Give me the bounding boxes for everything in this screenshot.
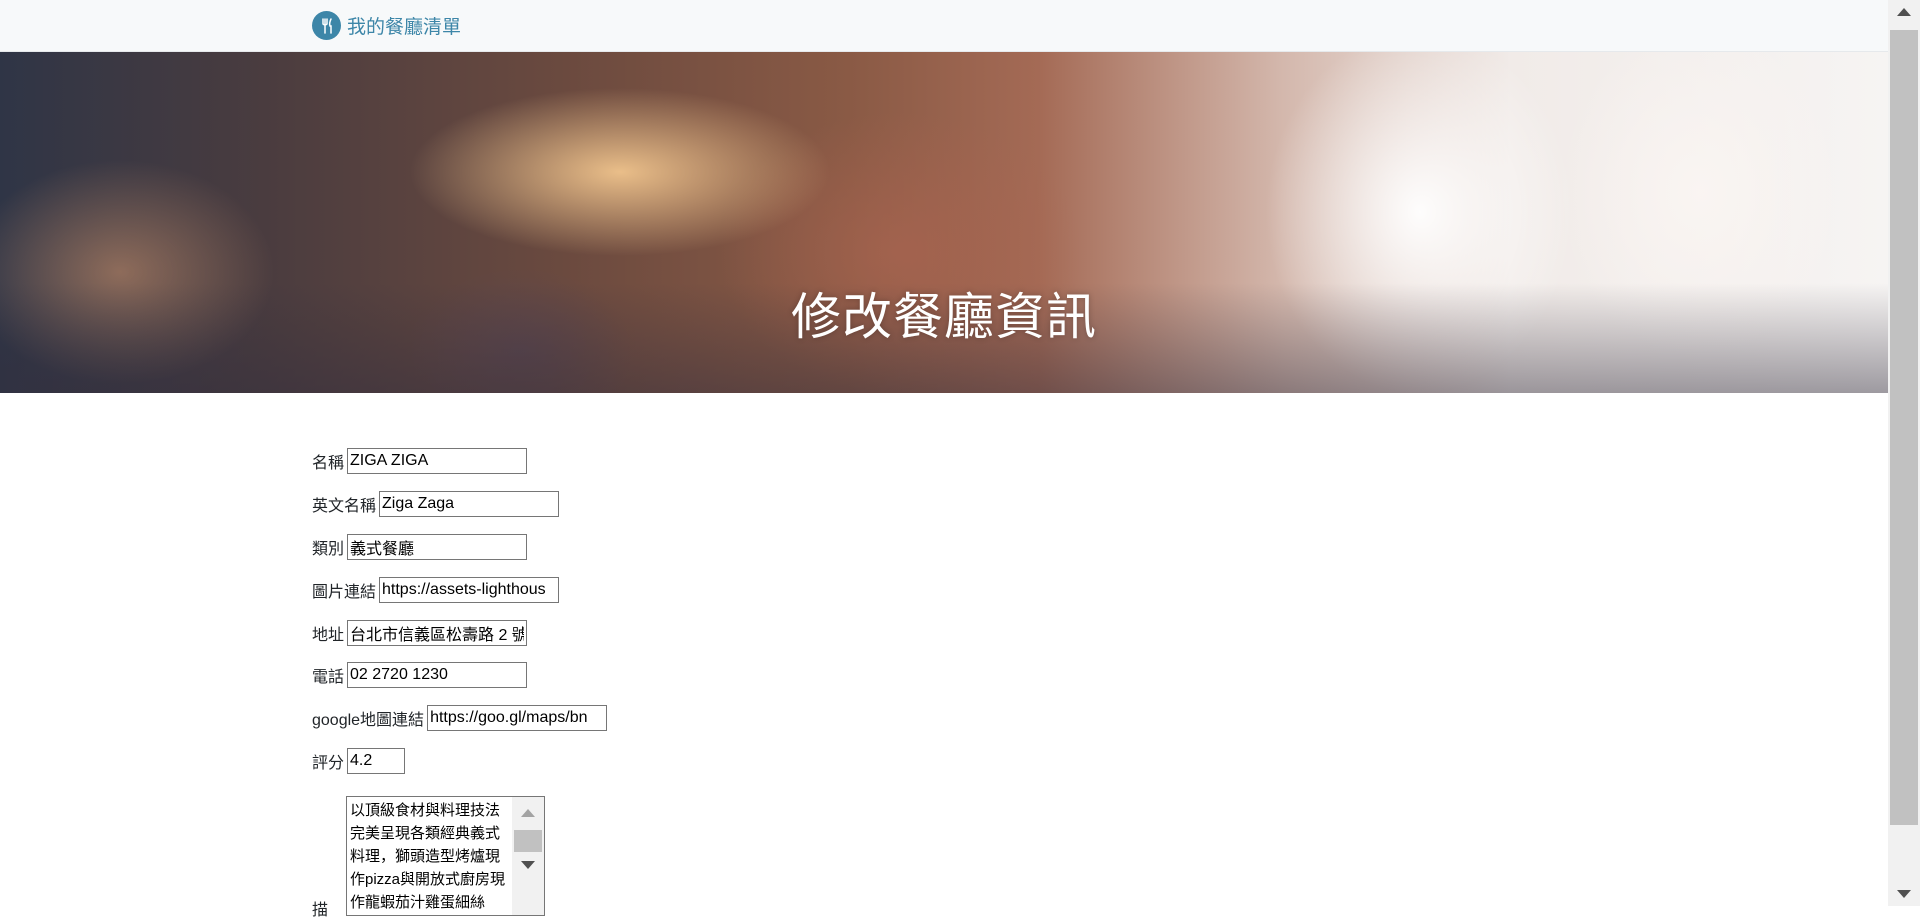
description-row: 描: [312, 896, 331, 920]
phone-input[interactable]: [347, 662, 528, 688]
scroll-thumb[interactable]: [1890, 30, 1918, 825]
textarea-scrollbar[interactable]: [512, 797, 544, 915]
scroll-up-icon[interactable]: [1897, 8, 1911, 16]
brand-link[interactable]: 我的餐廳清單: [312, 11, 461, 40]
rating-row: 評分: [312, 748, 406, 774]
image-row: 圖片連結: [312, 577, 560, 603]
utensils-icon: [312, 11, 341, 40]
image-url-input[interactable]: [379, 577, 560, 603]
image-label: 圖片連結: [312, 584, 377, 601]
scroll-down-icon[interactable]: [521, 861, 535, 869]
scroll-up-icon[interactable]: [521, 809, 535, 817]
name-row: 名稱: [312, 448, 528, 474]
name-en-label: 英文名稱: [312, 498, 377, 515]
description-text: 以頂級食材與料理技法完美呈現各類經典義式料理，獅頭造型烤爐現作pizza與開放式…: [350, 802, 506, 911]
name-en-input[interactable]: [379, 491, 560, 517]
rating-input[interactable]: [347, 748, 406, 774]
page-scrollbar[interactable]: [1888, 0, 1920, 906]
category-label: 類別: [312, 541, 345, 558]
location-row: 地址: [312, 620, 528, 646]
phone-row: 電話: [312, 662, 528, 688]
google-map-label: google地圖連結: [312, 712, 425, 729]
banner-image: 修改餐廳資訊: [0, 52, 1888, 393]
phone-label: 電話: [312, 669, 345, 686]
description-textarea[interactable]: 以頂級食材與料理技法完美呈現各類經典義式料理，獅頭造型烤爐現作pizza與開放式…: [346, 796, 545, 916]
rating-label: 評分: [312, 755, 345, 772]
navbar: 我的餐廳清單: [0, 0, 1888, 52]
description-label: 描: [312, 902, 329, 919]
name-en-row: 英文名稱: [312, 491, 560, 517]
page-title: 修改餐廳資訊: [791, 289, 1097, 345]
name-input[interactable]: [347, 448, 528, 474]
category-row: 類別: [312, 534, 528, 560]
location-label: 地址: [312, 627, 345, 644]
name-label: 名稱: [312, 455, 345, 472]
scroll-down-icon[interactable]: [1897, 890, 1911, 898]
category-input[interactable]: [347, 534, 528, 560]
google-map-input[interactable]: [427, 705, 608, 731]
scroll-thumb[interactable]: [514, 830, 542, 852]
google-map-row: google地圖連結: [312, 705, 608, 731]
brand-text: 我的餐廳清單: [347, 17, 462, 38]
location-input[interactable]: [347, 620, 528, 646]
